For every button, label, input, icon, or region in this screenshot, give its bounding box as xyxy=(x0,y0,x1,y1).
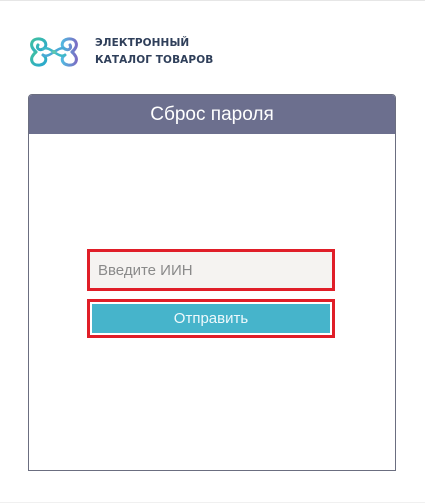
card-title: Сброс пароля xyxy=(29,95,395,134)
brand-line-2: КАТАЛОГ ТОВАРОВ xyxy=(95,54,214,66)
password-reset-card: Сброс пароля Отправить xyxy=(28,94,396,471)
iin-field-highlight xyxy=(87,249,335,291)
page: ЭЛЕКТРОННЫЙ КАТАЛОГ ТОВАРОВ Сброс пароля… xyxy=(0,0,425,503)
submit-button-highlight: Отправить xyxy=(87,299,335,338)
submit-button[interactable]: Отправить xyxy=(92,304,330,333)
brand-line-1: ЭЛЕКТРОННЫЙ xyxy=(95,37,190,49)
ornament-logo-icon xyxy=(30,37,78,67)
iin-input[interactable] xyxy=(90,252,332,288)
brand-title: ЭЛЕКТРОННЫЙ КАТАЛОГ ТОВАРОВ xyxy=(95,35,213,69)
